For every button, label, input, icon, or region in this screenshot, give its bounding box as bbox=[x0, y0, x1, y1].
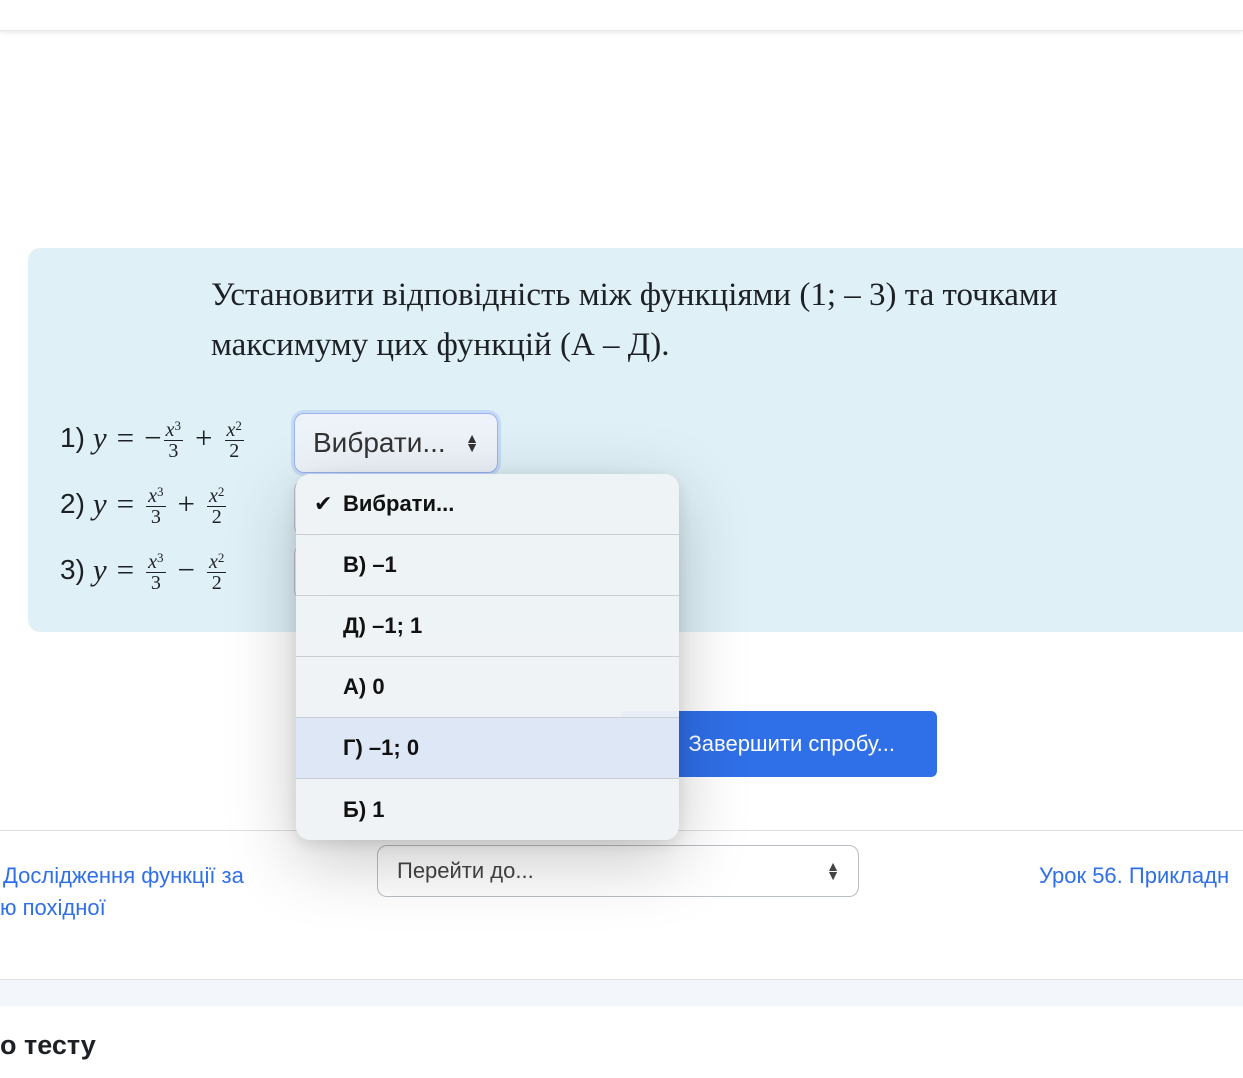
jump-to-placeholder: Перейти до... bbox=[397, 858, 534, 883]
option-label: Г) –1; 0 bbox=[343, 735, 420, 760]
top-bar bbox=[0, 0, 1243, 31]
dropdown-option[interactable]: ✔ Вибрати... bbox=[296, 474, 679, 535]
previous-link-line: Дослідження функції за bbox=[3, 863, 244, 888]
option-label: Д) –1; 1 bbox=[343, 613, 423, 638]
footer-band bbox=[0, 980, 1243, 1006]
row-number: 3) bbox=[60, 554, 85, 585]
select-dropdown-menu: ✔ Вибрати... В) –1 Д) –1; 1 А) 0 Г) –1; … bbox=[296, 474, 679, 840]
jump-to-select[interactable]: Перейти до... ▲ ▼ bbox=[377, 845, 859, 897]
option-label: Вибрати... bbox=[343, 491, 455, 516]
dropdown-option[interactable]: В) –1 bbox=[296, 535, 679, 596]
dropdown-option[interactable]: Д) –1; 1 bbox=[296, 596, 679, 657]
function-formula-3: y = x3 3− x2 2 bbox=[92, 549, 227, 594]
function-formula-1: y = − x3 3 + x2 2 bbox=[92, 417, 244, 462]
answer-select-1[interactable]: Вибрати... ▲ ▼ bbox=[294, 413, 498, 473]
dropdown-option[interactable]: Б) 1 bbox=[296, 779, 679, 840]
check-icon: ✔ bbox=[314, 491, 333, 516]
row-number: 2) bbox=[60, 488, 85, 519]
previous-activity-link[interactable]: Дослідження функції за ю похідної bbox=[0, 860, 300, 924]
select-arrows-icon: ▲ ▼ bbox=[465, 430, 479, 455]
dropdown-option[interactable]: Г) –1; 0 bbox=[296, 718, 679, 779]
row-number: 1) bbox=[60, 422, 85, 453]
option-label: Б) 1 bbox=[343, 796, 385, 822]
dropdown-option[interactable]: А) 0 bbox=[296, 657, 679, 718]
next-activity-link[interactable]: Урок 56. Прикладн bbox=[1039, 860, 1229, 892]
function-formula-2: y = x3 3 + x2 2 bbox=[92, 483, 227, 528]
function-row-1: 1) y = − x3 3 + x2 2 bbox=[60, 413, 246, 463]
previous-link-line: ю похідної bbox=[0, 895, 106, 920]
select-arrows-icon: ▲ ▼ bbox=[826, 858, 840, 883]
option-label: В) –1 bbox=[343, 552, 397, 577]
question-text: Установити відповідність між функціями (… bbox=[211, 277, 1058, 363]
function-row-3: 3) y = x3 3− x2 2 bbox=[60, 545, 228, 595]
footer-heading: о тесту bbox=[0, 1030, 96, 1060]
function-row-2: 2) y = x3 3 + x2 2 bbox=[60, 479, 228, 529]
option-label: А) 0 bbox=[343, 674, 385, 699]
select-value: Вибрати... bbox=[313, 427, 446, 458]
